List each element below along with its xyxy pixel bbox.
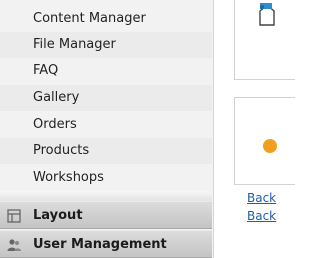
sidebar-item-workshops[interactable]: Workshops [0,165,212,191]
module-icon [259,3,275,26]
back-link[interactable]: Back [247,191,276,205]
sidebar-item-orders[interactable]: Orders [0,112,212,138]
sidebar-item-products[interactable]: Products [0,138,212,164]
sidebar-section-user-management[interactable]: User Management [0,230,212,258]
module-panel [234,97,295,185]
content-area: Back Back [214,0,295,258]
users-icon [7,239,21,251]
sidebar: Content Manager File Manager FAQ Gallery… [0,0,214,258]
sidebar-item-gallery[interactable]: Gallery [0,85,212,111]
module-icon [263,139,277,153]
sidebar-section-layout[interactable]: Layout [0,201,212,229]
sidebar-section-label: User Management [33,237,167,252]
sidebar-item-faq[interactable]: FAQ [0,58,212,84]
sidebar-item-content-manager[interactable]: Content Manager [0,6,212,32]
back-link[interactable]: Back [247,209,276,223]
sidebar-section-label: Layout [33,208,83,223]
module-panel [234,0,295,80]
layout-icon [7,209,21,223]
sidebar-item-file-manager[interactable]: File Manager [0,32,212,58]
